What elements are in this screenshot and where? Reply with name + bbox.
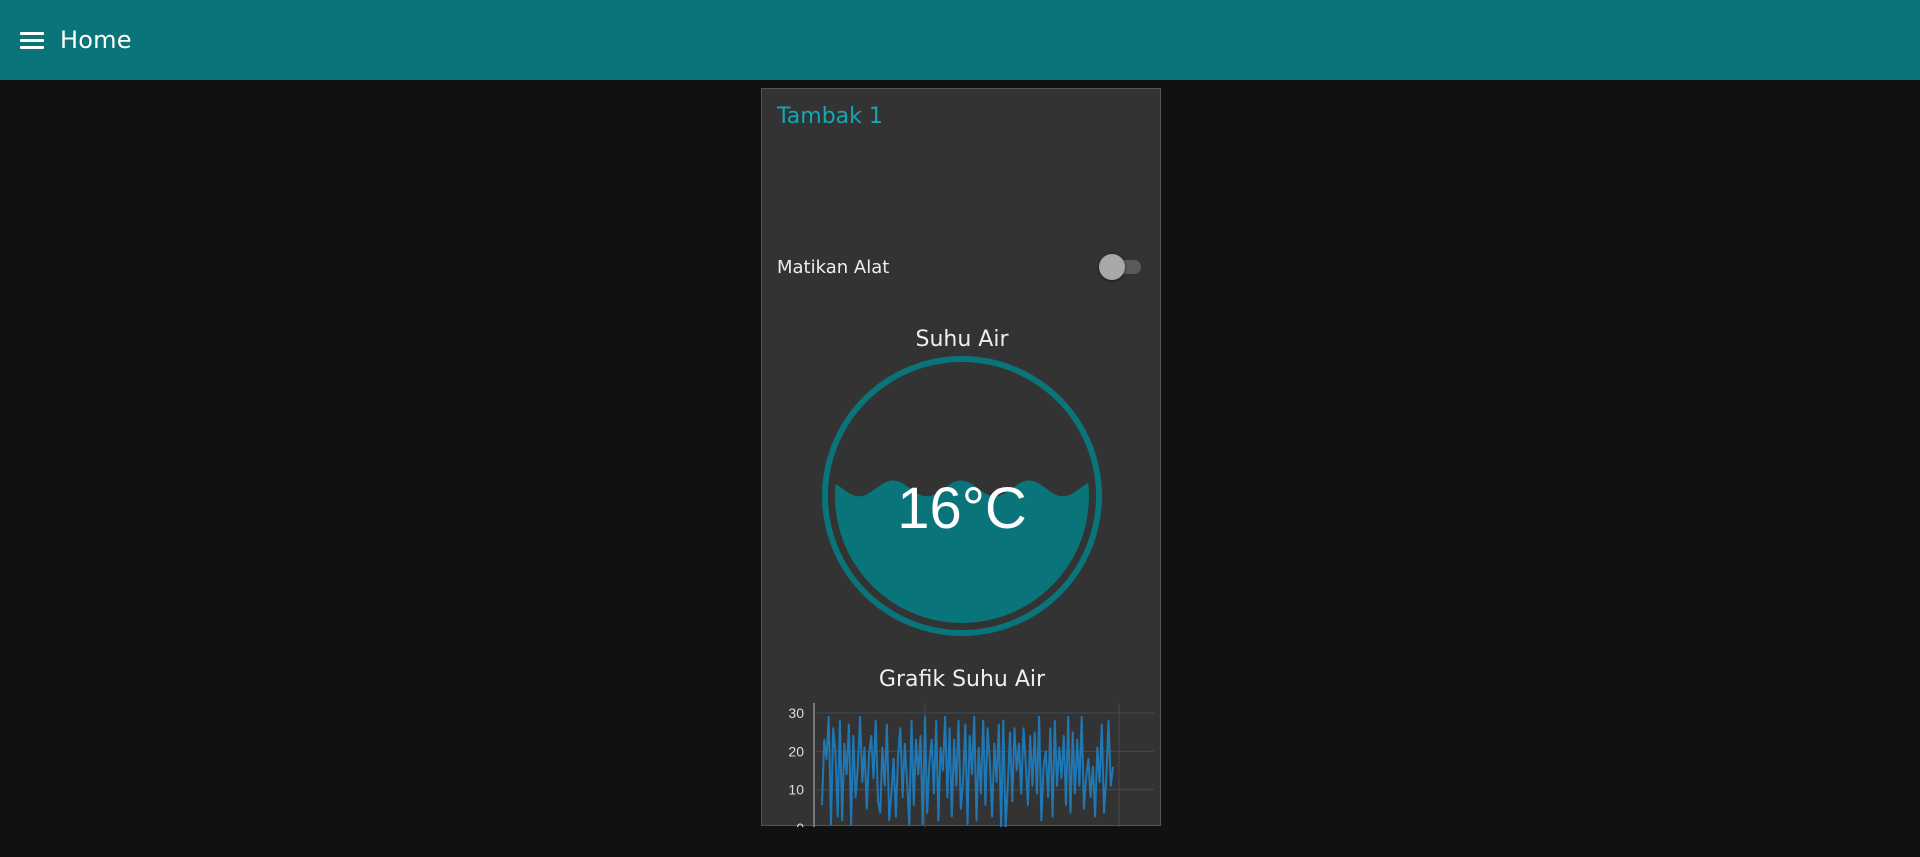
series-line-suhu bbox=[821, 715, 1114, 827]
temperature-line-chart: 0102030 20:10:0020:14:0020:21:00 bbox=[788, 703, 1154, 827]
gauge-value: 16°C bbox=[897, 476, 1027, 541]
y-tick-label: 0 bbox=[796, 820, 804, 827]
y-tick-label: 10 bbox=[788, 782, 804, 798]
y-axis-ticks: 0 10 20 30 bbox=[788, 705, 804, 827]
top-toolbar: Home bbox=[0, 0, 1920, 80]
y-tick-label: 20 bbox=[788, 743, 804, 759]
toggle-thumb[interactable] bbox=[1099, 254, 1125, 280]
switch-row: Matikan Alat bbox=[777, 253, 1147, 281]
switch-label: Matikan Alat bbox=[777, 256, 890, 278]
matikan-alat-toggle[interactable] bbox=[1099, 254, 1143, 280]
chart-title: Grafik Suhu Air bbox=[878, 667, 1046, 692]
y-tick-label: 30 bbox=[788, 705, 804, 721]
water-level-gauge: 16°C bbox=[822, 356, 1102, 636]
group-title: Tambak 1 bbox=[777, 104, 883, 129]
hamburger-menu-icon[interactable] bbox=[20, 25, 50, 55]
group-card-tambak-1: Tambak 1 Matikan Alat Suhu Air 16°C Graf… bbox=[761, 88, 1161, 827]
gauge-title: Suhu Air bbox=[915, 327, 1009, 352]
page-title: Home bbox=[60, 26, 132, 54]
